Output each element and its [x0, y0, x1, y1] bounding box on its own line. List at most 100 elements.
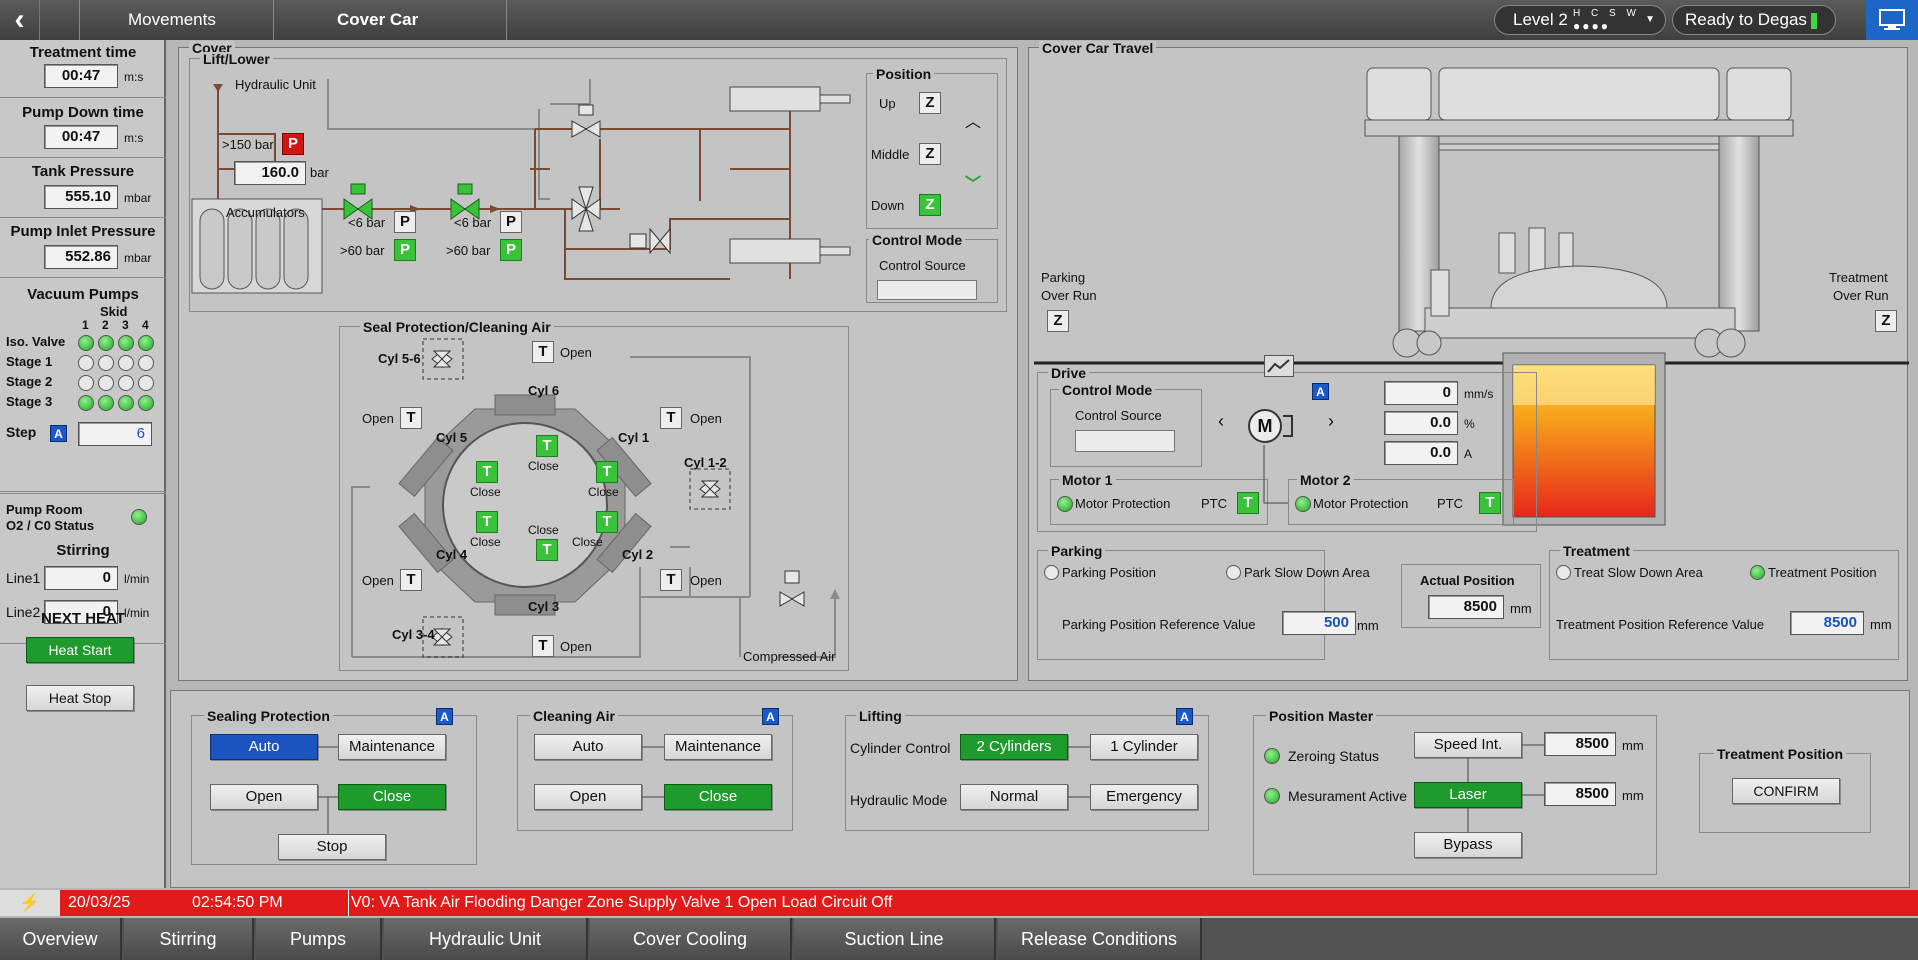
- tab-suction-line[interactable]: Suction Line: [794, 918, 996, 960]
- position-up-label: Up: [879, 96, 896, 111]
- close-t-cyl4-indicator: T: [476, 511, 498, 533]
- actual-position-value: 8500: [1428, 595, 1504, 619]
- position-down-label: Down: [871, 198, 905, 213]
- tab-cover-cooling[interactable]: Cover Cooling: [590, 918, 792, 960]
- seal-t-cyl56-indicator: T: [532, 341, 554, 363]
- valve1-low-pressure-label: <6 bar: [348, 215, 386, 230]
- close-t-cyl5-indicator: T: [476, 461, 498, 483]
- cyl-4-label: Cyl 4: [436, 547, 468, 562]
- pump-down-time-section: Pump Down time 00:47 m:s: [0, 98, 166, 158]
- cleaning-connectors: [642, 746, 664, 798]
- close-t-cyl1-indicator: T: [596, 461, 618, 483]
- treat-slow-down-radio[interactable]: [1556, 565, 1571, 580]
- cleaning-air-group: Cleaning Air A Auto Maintenance Open Clo…: [517, 708, 793, 831]
- seal-cyl34-open-label: Open: [560, 639, 592, 654]
- treatment-time-section: Treatment time 00:47 m:s: [0, 40, 166, 98]
- position-master-connectors: [1467, 744, 1544, 832]
- alarm-time: 02:54:50 PM: [192, 894, 283, 911]
- treatment-ref-value[interactable]: 8500: [1790, 611, 1864, 635]
- position-master-group: Position Master Zeroing Status Mesuramen…: [1253, 709, 1657, 875]
- parking-position-radio[interactable]: [1044, 565, 1059, 580]
- confirm-button[interactable]: CONFIRM: [1732, 778, 1840, 804]
- tab-release-conditions[interactable]: Release Conditions: [998, 918, 1202, 960]
- chevron-down-icon: ▼: [1645, 14, 1655, 25]
- park-slow-down-radio[interactable]: [1226, 565, 1241, 580]
- pressure-high-indicator: P: [282, 133, 304, 155]
- pump-skid3-row4-led: [118, 395, 134, 411]
- tab-overview[interactable]: Overview: [0, 918, 122, 960]
- tab-hydraulic-unit[interactable]: Hydraulic Unit: [384, 918, 588, 960]
- actual-position-title: Actual Position: [1420, 573, 1515, 588]
- skid-number-1: 1: [82, 318, 89, 332]
- pump-inlet-pressure-label: Pump Inlet Pressure: [10, 223, 156, 240]
- valve1-high-pressure-label: >60 bar: [340, 243, 385, 258]
- pump-skid4-row4-led: [138, 395, 154, 411]
- heat-start-button[interactable]: Heat Start: [26, 637, 134, 663]
- heat-stop-button[interactable]: Heat Stop: [26, 685, 134, 711]
- position-middle-indicator: Z: [919, 143, 941, 165]
- cyl-3-4-label: Cyl 3-4: [392, 627, 435, 642]
- pump-skid3-row3-led: [118, 375, 134, 391]
- back-arrow-icon[interactable]: ‹: [0, 0, 40, 40]
- position-down-indicator: Z: [919, 194, 941, 216]
- seal-cyl2-open-label: Open: [690, 573, 722, 588]
- line1-unit: l/min: [124, 572, 150, 586]
- stage-1-label: Stage 1: [6, 354, 53, 369]
- alarm-bar[interactable]: ⚡ 20/03/25 02:54:50 PM V0: VA Tank Air F…: [0, 890, 1918, 916]
- seal-t-cyl1-indicator: T: [660, 407, 682, 429]
- stage-2-label: Stage 2: [6, 374, 53, 389]
- treatment-time-label: Treatment time: [29, 44, 137, 61]
- pump-skid1-row1-led: [78, 335, 94, 351]
- close-cyl2-label: Close: [572, 535, 603, 549]
- lightning-icon[interactable]: ⚡: [0, 890, 60, 916]
- monitor-icon[interactable]: [1866, 0, 1918, 40]
- breadcrumb-separator: [493, 0, 507, 40]
- accumulators-label: Accumulators: [226, 205, 305, 220]
- close-cyl5-label: Close: [470, 485, 501, 499]
- chevron-down-icon[interactable]: ﹀: [965, 170, 981, 194]
- pump-skid3-row2-led: [118, 355, 134, 371]
- treatment-position-confirm-group: Treatment Position CONFIRM: [1699, 747, 1871, 833]
- close-t-cyl3-indicator: T: [536, 539, 558, 561]
- cyl-5-6-label: Cyl 5-6: [378, 351, 421, 366]
- pump-skid2-row1-led: [98, 335, 114, 351]
- pump-down-time-label: Pump Down time: [22, 104, 144, 121]
- parking-over-run-label-line1: Parking: [1041, 270, 1086, 285]
- lift-lower-group: Lift/Lower Hydraulic Unit >150 bar P 160…: [189, 52, 1007, 312]
- chevron-up-icon[interactable]: ︿: [965, 108, 981, 132]
- cyl-6-label: Cyl 6: [528, 383, 560, 398]
- compressed-air-label: Compressed Air: [743, 649, 836, 664]
- level-hcsw-label: H C S W: [1573, 8, 1640, 19]
- close-t-cyl2-indicator: T: [596, 511, 618, 533]
- valve1-high-pressure-indicator: P: [394, 239, 416, 261]
- treatment-time-unit: m:s: [124, 70, 144, 84]
- hydraulic-pressure-value: 160.0: [234, 161, 306, 185]
- user-level-selector[interactable]: Level 2 H C S W ●●●● ▼: [1494, 5, 1666, 35]
- pump-inlet-pressure-value: 552.86: [44, 245, 118, 269]
- breadcrumb-movements[interactable]: Movements: [128, 0, 216, 40]
- cyl-2-label: Cyl 2: [622, 547, 654, 562]
- pump-room-section: Pump Room O2 / C0 Status: [0, 454, 166, 533]
- pump-skid2-row3-led: [98, 375, 114, 391]
- controls-panel: Sealing Protection A Auto Maintenance Op…: [170, 690, 1910, 888]
- hydraulic-unit-label: Hydraulic Unit: [235, 77, 316, 92]
- close-t-cyl6-indicator: T: [536, 435, 558, 457]
- auto-mode-badge: A: [50, 425, 67, 442]
- parking-group: Parking Parking Position Park Slow Down …: [1037, 544, 1370, 660]
- parking-position-label: Parking Position: [1062, 565, 1156, 580]
- ready-status-pill[interactable]: Ready to Degas: [1672, 5, 1836, 35]
- seal-t-cyl4-indicator: T: [400, 569, 422, 591]
- drive-group: Drive Control Mode Control Source ‹ › M …: [1037, 355, 1537, 532]
- position-middle-label: Middle: [871, 147, 910, 162]
- treatment-position-label: Treatment Position: [1768, 565, 1877, 580]
- seal-t-cyl2-indicator: T: [660, 569, 682, 591]
- parking-ref-value[interactable]: 500: [1282, 611, 1356, 635]
- treatment-position-radio[interactable]: [1750, 565, 1765, 580]
- tab-pumps[interactable]: Pumps: [256, 918, 382, 960]
- seal-diagram: [351, 338, 840, 658]
- treatment-time-value: 00:47: [44, 64, 118, 88]
- stage-3-label: Stage 3: [6, 394, 53, 409]
- valve1-low-pressure-indicator: P: [394, 211, 416, 233]
- tank-pressure-label: Tank Pressure: [31, 163, 135, 180]
- tab-stirring[interactable]: Stirring: [124, 918, 254, 960]
